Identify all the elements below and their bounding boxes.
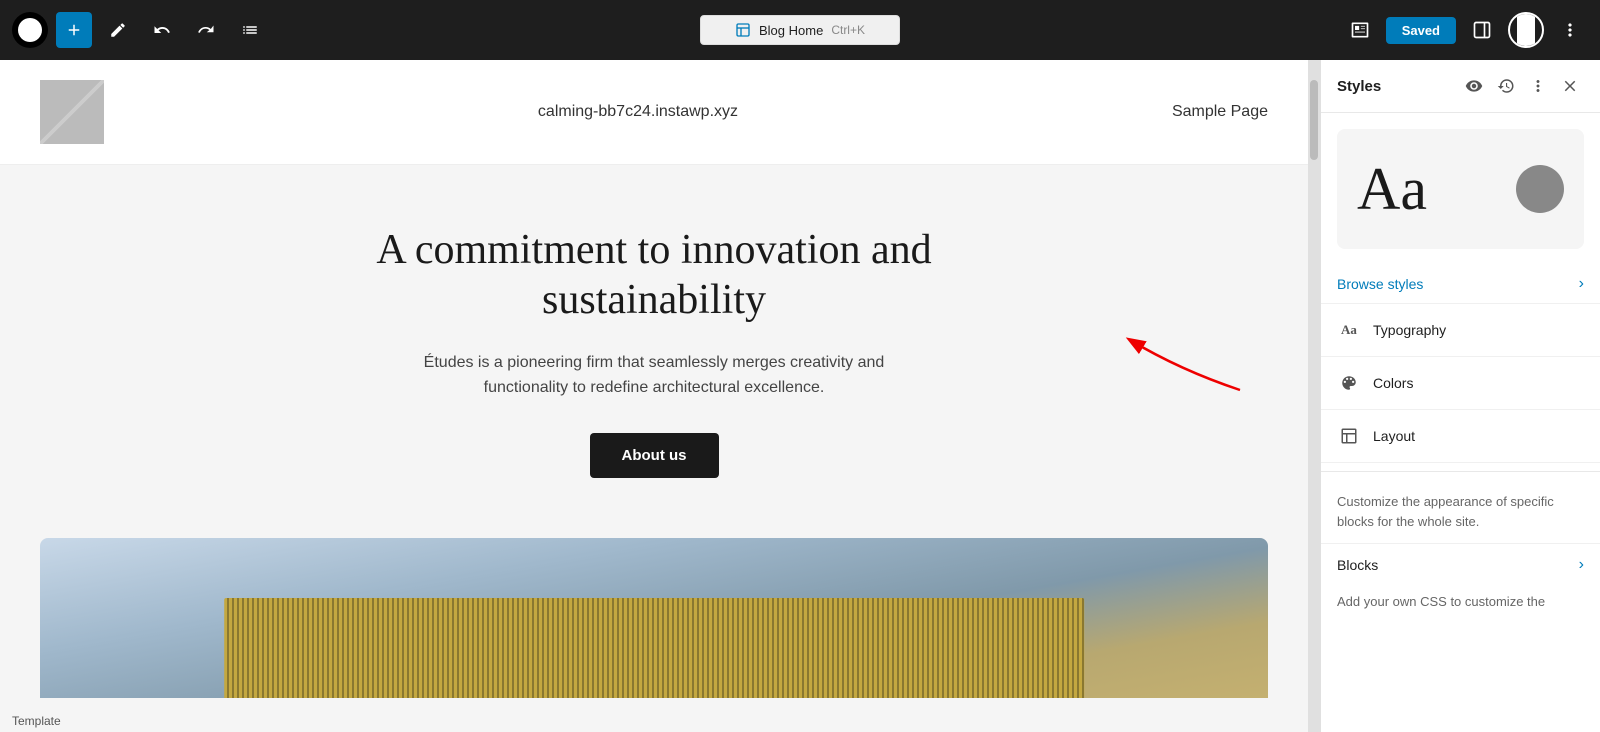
close-panel-button[interactable] — [1556, 72, 1584, 100]
browse-styles-link[interactable]: Browse styles — [1337, 276, 1423, 292]
layout-label: Layout — [1373, 428, 1415, 444]
styles-panel-header: Styles — [1321, 60, 1600, 113]
saved-button[interactable]: Saved — [1386, 17, 1456, 44]
main-layout: calming-bb7c24.instawp.xyz Sample Page A… — [0, 60, 1600, 732]
top-toolbar: Blog Home Ctrl+K Saved — [0, 0, 1600, 60]
layout-icon — [1337, 424, 1361, 448]
scrollbar-thumb[interactable] — [1310, 80, 1318, 160]
preview-eye-button[interactable] — [1460, 72, 1488, 100]
hero-subtitle: Études is a pioneering firm that seamles… — [394, 350, 914, 401]
toolbar-right: Saved — [1342, 12, 1588, 48]
site-logo — [40, 80, 104, 144]
wordpress-logo[interactable] — [12, 12, 48, 48]
history-button[interactable] — [1492, 72, 1520, 100]
edit-pen-button[interactable] — [100, 12, 136, 48]
blocks-label: Blocks — [1337, 557, 1378, 573]
list-view-button[interactable] — [232, 12, 268, 48]
css-description: Add your own CSS to customize the — [1321, 586, 1600, 617]
blocks-chevron: › — [1579, 556, 1584, 574]
page-title: Blog Home — [759, 23, 823, 38]
colors-option[interactable]: Colors — [1321, 357, 1600, 410]
layout-option[interactable]: Layout — [1321, 410, 1600, 463]
style-preview-card: Aa — [1337, 129, 1584, 249]
style-preview-circle — [1516, 165, 1564, 213]
about-us-button[interactable]: About us — [590, 433, 719, 478]
browse-styles-row[interactable]: Browse styles › — [1321, 265, 1600, 304]
hero-title: A commitment to innovation and sustainab… — [354, 225, 954, 326]
browse-styles-chevron: › — [1579, 275, 1584, 293]
styles-panel-title: Styles — [1337, 78, 1452, 95]
more-options-button[interactable] — [1552, 12, 1588, 48]
typography-option[interactable]: Aa Typography — [1321, 304, 1600, 357]
site-preview: calming-bb7c24.instawp.xyz Sample Page A… — [0, 60, 1308, 732]
panel-header-icons — [1460, 72, 1584, 100]
panel-more-button[interactable] — [1524, 72, 1552, 100]
blocks-row[interactable]: Blocks › — [1321, 543, 1600, 586]
typography-icon: Aa — [1337, 318, 1361, 342]
add-block-button[interactable] — [56, 12, 92, 48]
undo-button[interactable] — [144, 12, 180, 48]
template-label: Template — [12, 714, 61, 728]
style-preview-text: Aa — [1357, 159, 1427, 219]
redo-button[interactable] — [188, 12, 224, 48]
page-selector[interactable]: Blog Home Ctrl+K — [700, 15, 900, 45]
styles-panel: Styles Aa Browse st — [1320, 60, 1600, 732]
site-url: calming-bb7c24.instawp.xyz — [538, 103, 738, 121]
canvas-area: calming-bb7c24.instawp.xyz Sample Page A… — [0, 60, 1320, 732]
hero-section: A commitment to innovation and sustainab… — [0, 165, 1308, 528]
building-image — [40, 538, 1268, 698]
colors-icon — [1337, 371, 1361, 395]
building-facade — [224, 598, 1084, 698]
panel-description: Customize the appearance of specific blo… — [1321, 480, 1600, 543]
site-header: calming-bb7c24.instawp.xyz Sample Page — [0, 60, 1308, 165]
page-selector-center: Blog Home Ctrl+K — [700, 15, 900, 45]
dark-mode-toggle[interactable] — [1508, 12, 1544, 48]
scrollbar-track[interactable] — [1308, 60, 1320, 732]
preview-button[interactable] — [1342, 12, 1378, 48]
status-bar: Template — [0, 710, 73, 732]
keyboard-shortcut: Ctrl+K — [831, 23, 865, 37]
typography-label: Typography — [1373, 322, 1446, 338]
panel-divider — [1321, 471, 1600, 472]
image-section — [0, 538, 1308, 698]
site-nav: Sample Page — [1172, 103, 1268, 121]
colors-label: Colors — [1373, 375, 1413, 391]
panel-toggle-button[interactable] — [1464, 12, 1500, 48]
